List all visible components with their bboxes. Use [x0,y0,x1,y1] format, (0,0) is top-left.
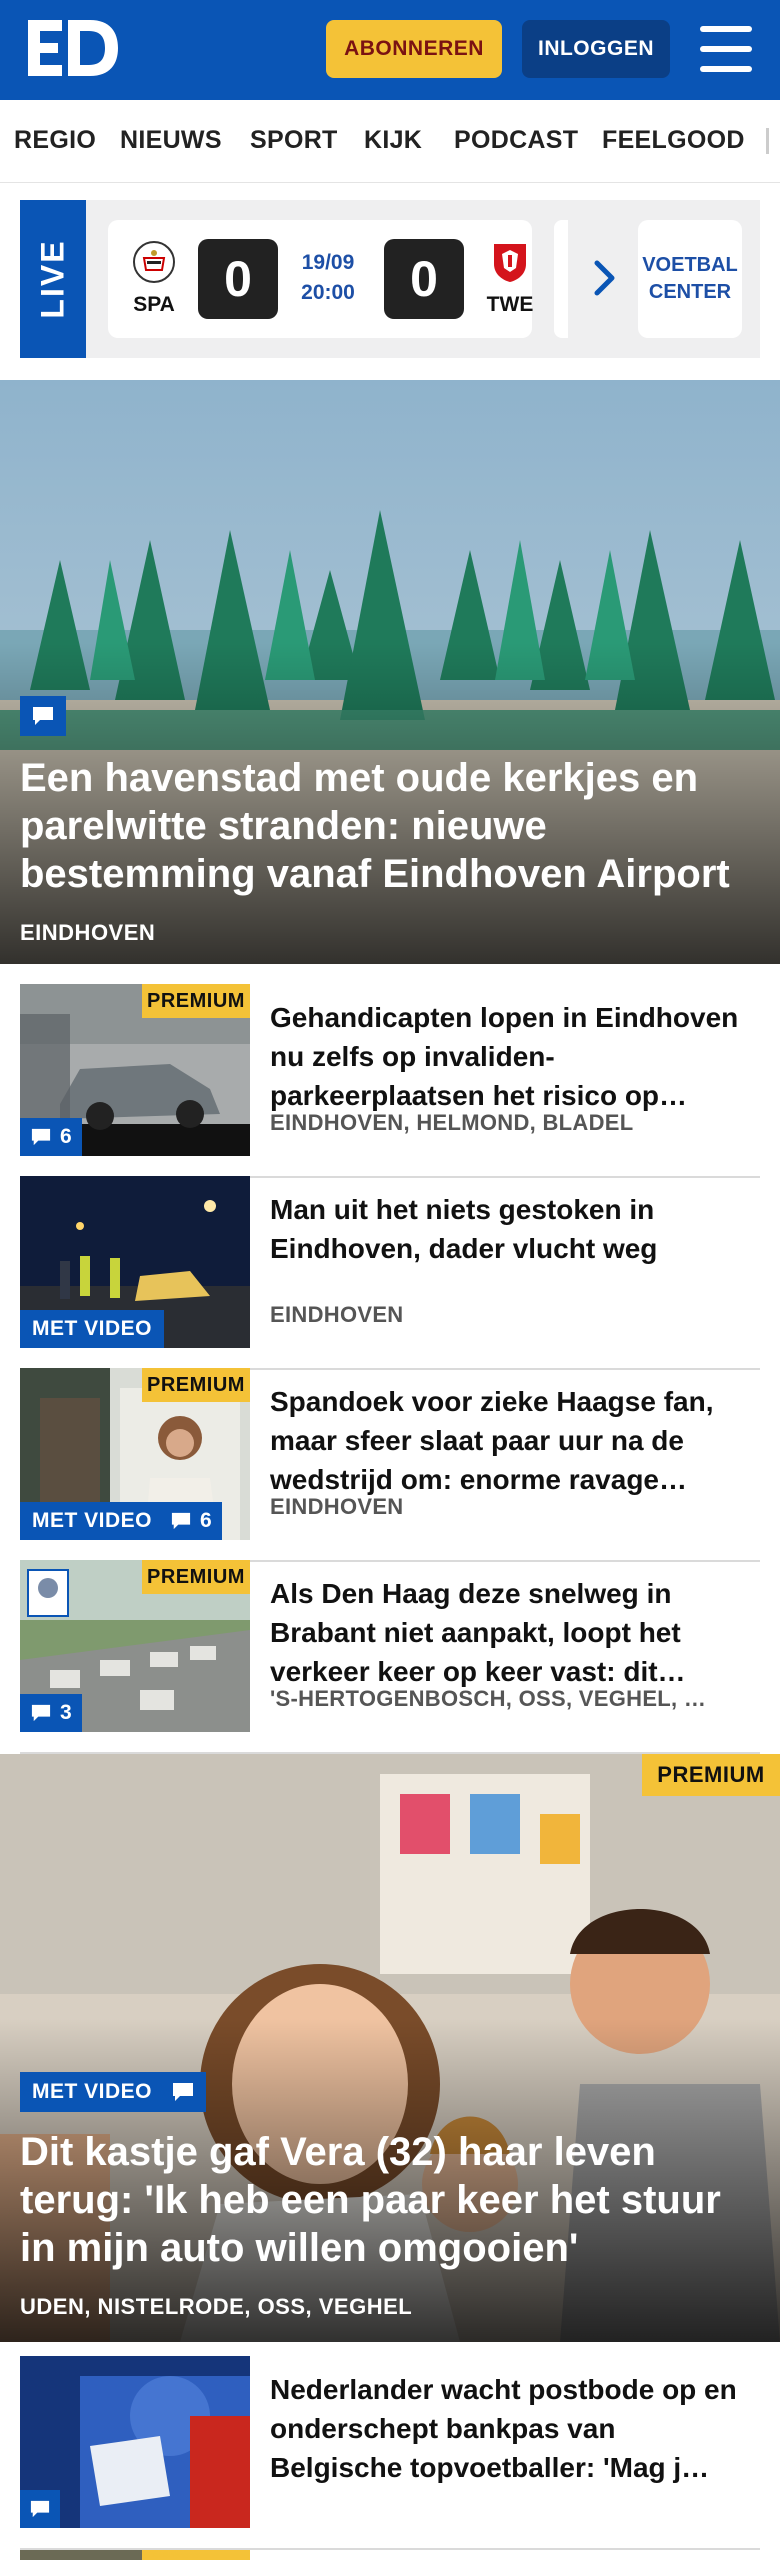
article-thumbnail: MET VIDEO [20,1176,250,1348]
live-scores-strip: LIVE SPA 0 19/09 20:00 0 TWE VOETBAL CEN… [20,200,760,358]
nav-item-nieuws[interactable]: NIEUWS [120,126,222,155]
comment-count: 6 [200,1509,212,1532]
comment-count: 3 [60,1701,72,1724]
site-header: ABONNEREN INLOGGEN [0,0,780,100]
away-club-code: TWE [486,293,534,316]
next-premium-badge-partial: PREMIUM [142,2550,250,2560]
video-badge: MET VIDEO [20,2072,165,2112]
article-location: 'S-HERTOGENBOSCH, OSS, VEGHEL, … [270,1686,707,1711]
article-thumbnail: 6 PREMIUM [20,984,250,1156]
comment-bubble-icon [33,707,53,725]
premium-badge: PREMIUM [642,1754,780,1796]
voetbal-center-line1: VOETBAL [642,254,738,276]
comment-count: 6 [60,1125,72,1148]
article-title[interactable]: Man uit het niets gestoken in Eindhoven,… [270,1190,750,1268]
hero-article-2[interactable]: PREMIUM MET VIDEO Dit kastje gaf Vera (3… [0,1754,780,2342]
article-title[interactable]: Nederlander wacht postbode op en ondersc… [270,2370,750,2487]
article-title[interactable]: Als Den Haag deze snelweg in Brabant nie… [270,1574,750,1691]
premium-badge: PREMIUM [142,1560,250,1594]
match-date: 19/09 [301,251,355,274]
next-match-card-partial[interactable] [554,220,568,338]
article-item[interactable]: Nederlander wacht postbode op en ondersc… [20,2356,760,2550]
voetbal-center-label: VOETBAL CENTER [638,252,742,306]
premium-badge: PREMIUM [142,1368,250,1402]
voetbal-center-link[interactable]: VOETBAL CENTER [638,220,742,338]
match-time: 20:00 [301,281,355,304]
article-location: EINDHOVEN [270,1302,404,1327]
comments-badge[interactable] [160,2072,206,2112]
comment-bubble-icon [30,2500,50,2518]
comments-badge[interactable] [20,696,66,736]
video-badge: MET VIDEO [20,1502,165,1540]
home-score: 0 [198,239,278,319]
article-item[interactable]: PREMIUM MET VIDEO 6 Spandoek voor zieke … [20,1368,760,1562]
article-location: EINDHOVEN, HELMOND, BLADEL [270,1110,634,1135]
article-location: EINDHOVEN [270,1494,404,1519]
sparta-crest-icon [133,241,175,283]
login-button[interactable]: INLOGGEN [522,20,670,78]
section-nav: REGIO NIEUWS SPORT KIJK PODCAST FEELGOOD [0,100,780,183]
article-item[interactable]: MET VIDEO Man uit het niets gestoken in … [20,1176,760,1370]
hero-article[interactable]: Een havenstad met oude kerkjes en parelw… [0,380,780,964]
comment-bubble-icon [171,1512,191,1530]
voetbal-center-line2: CENTER [648,281,732,303]
comment-bubble-icon [31,1128,51,1146]
nav-item-podcast[interactable]: PODCAST [454,126,578,155]
article-title[interactable]: Gehandicapten lopen in Eindhoven nu zelf… [270,998,750,1115]
article-item[interactable]: 6 PREMIUM Gehandicapten lopen in Eindhov… [20,984,760,1178]
nav-item-regio[interactable]: REGIO [14,126,96,155]
live-label: LIVE [34,239,71,319]
home-club-code: SPA [133,293,175,316]
comments-badge[interactable]: 6 [160,1502,222,1540]
home-club: SPA [122,240,186,317]
article-title[interactable]: Spandoek voor zieke Haagse fan, maar sfe… [270,1382,750,1499]
nav-item-feelgood[interactable]: FEELGOOD [602,126,745,155]
hero-article-title[interactable]: Een havenstad met oude kerkjes en parelw… [20,754,760,898]
subscribe-button[interactable]: ABONNEREN [326,20,502,78]
article-item[interactable]: PREMIUM 3 Als Den Haag deze snelweg in B… [20,1560,760,1754]
hero-article-2-location: UDEN, NISTELRODE, OSS, VEGHEL [20,2294,413,2319]
nav-item-sport[interactable]: SPORT [250,126,338,155]
comment-bubble-icon [31,1704,51,1722]
article-thumbnail: PREMIUM 3 [20,1560,250,1732]
article-thumbnail: PREMIUM MET VIDEO 6 [20,1368,250,1540]
comments-badge[interactable]: 3 [20,1694,82,1732]
video-badge: MET VIDEO [20,1310,165,1348]
comment-bubble-icon [173,2083,193,2101]
hamburger-menu-icon[interactable] [700,26,752,72]
ed-logo[interactable] [28,18,118,78]
chevron-right-icon[interactable] [592,258,618,298]
article-thumbnail [20,2356,250,2528]
twente-crest-icon [494,244,526,282]
match-datetime: 19/09 20:00 [288,248,368,308]
comments-badge[interactable] [20,2490,60,2528]
away-score: 0 [384,239,464,319]
live-tab[interactable]: LIVE [20,200,86,358]
comments-badge[interactable]: 6 [20,1118,82,1156]
hero-article-2-title[interactable]: Dit kastje gaf Vera (32) haar leven teru… [20,2128,760,2272]
match-card[interactable]: SPA 0 19/09 20:00 0 TWE [108,220,533,338]
nav-overflow-indicator [766,128,769,154]
hero-article-location: EINDHOVEN [20,920,156,945]
away-club: TWE [478,240,542,317]
premium-badge: PREMIUM [142,984,250,1018]
nav-item-kijk[interactable]: KIJK [364,126,422,155]
